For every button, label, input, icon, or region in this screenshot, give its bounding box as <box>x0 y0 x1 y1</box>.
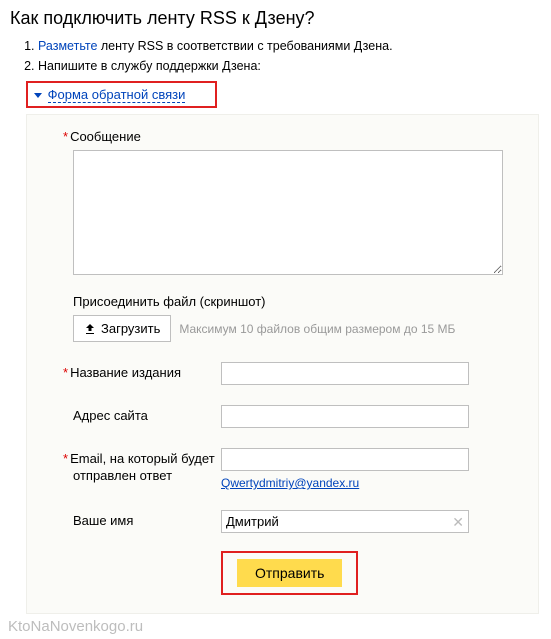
upload-hint: Максимум 10 файлов общим размером до 15 … <box>179 322 455 336</box>
name-input[interactable] <box>221 510 469 533</box>
site-label: Адрес сайта <box>73 405 221 425</box>
submit-highlight: Отправить <box>221 551 358 595</box>
feedback-form: *Сообщение Присоединить файл (скриншот) … <box>26 114 539 614</box>
chevron-down-icon <box>34 93 42 98</box>
attach-label: Присоединить файл (скриншот) <box>73 294 522 309</box>
message-textarea[interactable] <box>73 150 503 275</box>
steps-list: Разметьте ленту RSS в соответствии с тре… <box>0 39 551 73</box>
submit-button[interactable]: Отправить <box>237 559 342 587</box>
page-title: Как подключить ленту RSS к Дзену? <box>0 0 551 39</box>
email-suggestion-link[interactable]: Qwertydmitriy@yandex.ru <box>221 476 359 490</box>
email-input[interactable] <box>221 448 469 471</box>
upload-button[interactable]: Загрузить <box>73 315 171 342</box>
clear-icon[interactable]: ✕ <box>452 515 464 529</box>
feedback-form-link[interactable]: Форма обратной связи <box>48 87 186 103</box>
publication-label: *Название издания <box>73 362 221 382</box>
watermark: KtoNaNovenkogo.ru <box>0 614 551 639</box>
message-label: *Сообщение <box>73 129 522 144</box>
publication-input[interactable] <box>221 362 469 385</box>
step-2: Напишите в службу поддержки Дзена: <box>38 59 551 73</box>
step-2-text: Напишите в службу поддержки Дзена: <box>38 59 261 73</box>
name-label: Ваше имя <box>73 510 221 530</box>
upload-icon <box>84 323 96 335</box>
feedback-form-disclosure[interactable]: Форма обратной связи <box>26 81 217 108</box>
email-label: *Email, на который будет отправлен ответ <box>73 448 221 485</box>
site-input[interactable] <box>221 405 469 428</box>
required-mark: * <box>63 129 68 144</box>
required-mark: * <box>63 365 68 380</box>
required-mark: * <box>63 451 68 466</box>
markup-link[interactable]: Разметьте <box>38 39 97 53</box>
step-1-text: ленту RSS в соответствии с требованиями … <box>97 39 392 53</box>
step-1: Разметьте ленту RSS в соответствии с тре… <box>38 39 551 53</box>
